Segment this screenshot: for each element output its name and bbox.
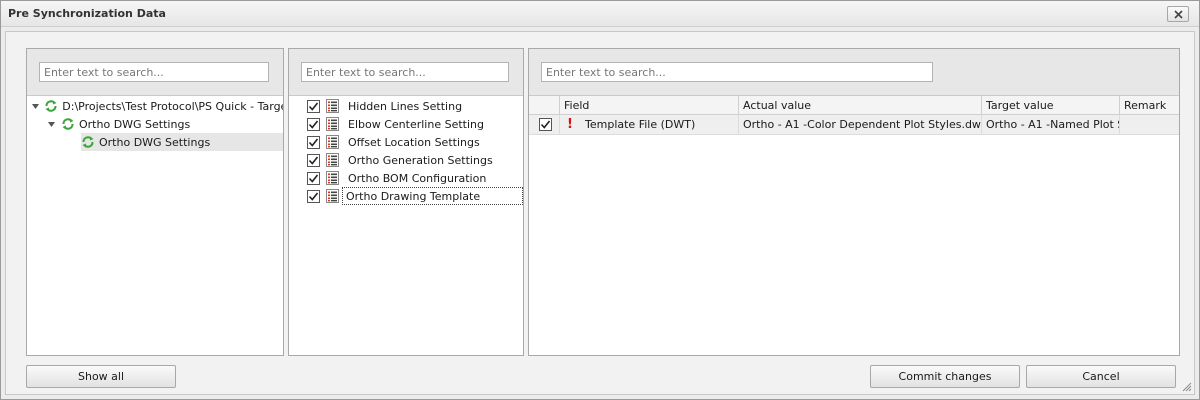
grid-header: Field Actual value Target value Remark — [529, 96, 1179, 115]
setting-checkbox[interactable] — [307, 117, 320, 131]
settings-list-icon — [326, 189, 339, 203]
tree-node-ortho-dwg-settings-child[interactable]: Ortho DWG Settings — [81, 133, 283, 151]
field-value: Template File (DWT) — [585, 118, 696, 131]
focused-item-frame: Ortho Drawing Template — [342, 187, 523, 205]
comparison-grid: Field Actual value Target value Remark !… — [529, 96, 1179, 355]
settings-list-item[interactable]: Ortho Drawing Template — [307, 187, 523, 205]
cancel-button[interactable]: Cancel — [1026, 365, 1176, 388]
column-header-remark[interactable]: Remark — [1120, 96, 1179, 115]
grid-search-bar — [529, 49, 1179, 96]
dialog-content: D:\Projects\Test Protocol\PS Quick - Tar… — [5, 31, 1195, 395]
settings-search-bar — [289, 49, 523, 96]
settings-list-icon — [326, 117, 339, 131]
settings-list-icon — [326, 153, 339, 167]
column-header-check[interactable] — [529, 96, 560, 115]
remark-cell[interactable] — [1120, 115, 1179, 135]
tree-node-ortho-dwg-settings[interactable]: Ortho DWG Settings — [47, 115, 283, 133]
checkmark-icon — [308, 156, 319, 165]
setting-label: Hidden Lines Setting — [348, 99, 463, 113]
settings-list-item[interactable]: Hidden Lines Setting — [307, 97, 523, 115]
sync-icon — [61, 117, 75, 131]
row-check-cell — [529, 115, 560, 135]
settings-list-item[interactable]: Ortho Generation Settings — [307, 151, 523, 169]
setting-checkbox[interactable] — [307, 135, 320, 149]
checkmark-icon — [308, 120, 319, 129]
close-icon — [1173, 9, 1183, 19]
title-bar: Pre Synchronization Data — [1, 1, 1199, 27]
tree-label-ortho-dwg-settings: Ortho DWG Settings — [79, 117, 191, 131]
commit-changes-button[interactable]: Commit changes — [870, 365, 1020, 388]
setting-label: Ortho Generation Settings — [348, 153, 493, 167]
settings-list-icon — [326, 135, 339, 149]
close-button[interactable] — [1167, 6, 1189, 22]
table-row[interactable]: ! Template File (DWT) Ortho - A1 -Color D… — [529, 115, 1179, 135]
checkmark-icon — [308, 138, 319, 147]
dialog-window: Pre Synchronization Data Enter text to s… — [0, 0, 1200, 400]
checkmark-icon — [308, 174, 319, 183]
tree-node-project[interactable]: D:\Projects\Test Protocol\PS Quick - Tar… — [31, 97, 283, 115]
sync-icon — [44, 99, 58, 113]
settings-list-item[interactable]: Offset Location Settings — [307, 133, 523, 151]
setting-checkbox[interactable] — [307, 171, 320, 185]
setting-label: Ortho BOM Configuration — [348, 171, 487, 185]
collapse-arrow-icon[interactable] — [47, 120, 56, 129]
sync-icon — [81, 135, 95, 149]
setting-label: Ortho Drawing Template — [346, 189, 481, 203]
collapse-arrow-icon[interactable] — [31, 102, 39, 111]
tree-label-project: D:\Projects\Test Protocol\PS Quick - Tar… — [62, 99, 283, 113]
actual-value-cell[interactable]: Ortho - A1 -Color Dependent Plot Styles.… — [739, 115, 982, 135]
settings-list-icon — [326, 171, 339, 185]
warning-icon: ! — [567, 117, 573, 132]
comparison-grid-panel: Field Actual value Target value Remark !… — [528, 48, 1180, 356]
checkmark-icon — [308, 102, 319, 111]
checkmark-icon — [308, 192, 319, 201]
settings-list-panel: Hidden Lines Setting Elbow Centerline Se… — [288, 48, 524, 356]
row-checkbox[interactable] — [539, 118, 552, 131]
column-header-actual-value[interactable]: Actual value — [739, 96, 982, 115]
grid-search-input[interactable] — [541, 62, 933, 82]
setting-checkbox[interactable] — [307, 153, 320, 167]
field-cell[interactable]: ! Template File (DWT) — [560, 115, 739, 135]
setting-label: Offset Location Settings — [348, 135, 480, 149]
setting-checkbox[interactable] — [307, 189, 320, 203]
checkmark-icon — [540, 120, 551, 129]
project-search-bar — [27, 49, 283, 96]
setting-label: Elbow Centerline Setting — [348, 117, 484, 131]
settings-list-item[interactable]: Ortho BOM Configuration — [307, 169, 523, 187]
target-value-cell[interactable]: Ortho - A1 -Named Plot S... — [982, 115, 1120, 135]
window-title: Pre Synchronization Data — [8, 7, 166, 20]
resize-grip-icon[interactable] — [1182, 382, 1192, 392]
tree-label-ortho-dwg-settings-child: Ortho DWG Settings — [99, 135, 211, 149]
setting-checkbox[interactable] — [307, 99, 320, 113]
settings-list-icon — [326, 99, 339, 113]
settings-list-item[interactable]: Elbow Centerline Setting — [307, 115, 523, 133]
project-tree-panel: D:\Projects\Test Protocol\PS Quick - Tar… — [26, 48, 284, 356]
project-search-input[interactable] — [39, 62, 269, 82]
column-header-field[interactable]: Field — [560, 96, 739, 115]
show-all-button[interactable]: Show all — [26, 365, 176, 388]
settings-search-input[interactable] — [301, 62, 509, 82]
column-header-target-value[interactable]: Target value — [982, 96, 1120, 115]
